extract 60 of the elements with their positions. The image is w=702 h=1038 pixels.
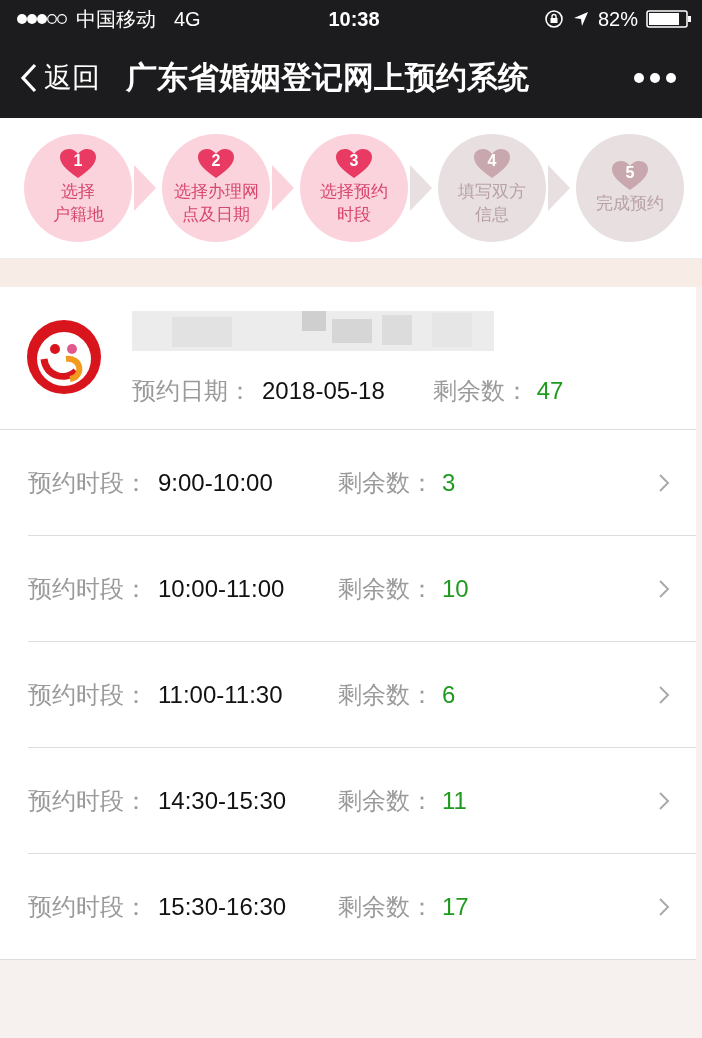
date-value: 2018-05-18	[262, 377, 385, 405]
slot-time: 10:00-11:00	[158, 574, 286, 603]
clock-time: 10:38	[328, 7, 380, 31]
chevron-right-icon	[658, 684, 670, 705]
slot-time: 14:30-15:30	[158, 786, 288, 815]
chevron-right-icon	[658, 472, 670, 493]
remaining-count: 17	[442, 892, 469, 921]
carrier-name: 中国移动	[76, 6, 156, 32]
time-slot-row[interactable]: 预约时段： 15:30-16:30 剩余数： 17	[28, 854, 696, 959]
slot-time: 11:00-11:30	[158, 680, 284, 709]
step-label: 填写双方 信息	[458, 181, 526, 226]
logo-icon	[26, 319, 102, 395]
slot-time: 9:00-10:00	[158, 468, 274, 497]
slot-label: 预约时段：	[28, 573, 148, 604]
signal-icon	[16, 13, 68, 25]
back-chevron-icon	[20, 62, 38, 94]
step-arrow-icon	[410, 165, 432, 211]
slot-label: 预约时段：	[28, 891, 148, 922]
chevron-right-icon	[658, 896, 670, 917]
page-title: 广东省婚姻登记网上预约系统	[126, 59, 530, 97]
chevron-right-icon	[658, 790, 670, 811]
step-label: 选择办理网 点及日期	[173, 181, 259, 226]
slot-label: 预约时段：	[28, 679, 148, 710]
remaining-label: 剩余数：	[432, 376, 529, 406]
remaining-label: 剩余数：	[338, 679, 434, 710]
remaining-label: 剩余数：	[338, 467, 434, 498]
remaining-label: 剩余数：	[338, 573, 434, 604]
battery-icon	[646, 10, 692, 28]
heart-number-icon: 5	[611, 160, 649, 191]
step-arrow-icon	[548, 165, 570, 211]
heart-number-icon: 4	[473, 149, 511, 180]
step-label: 选择 户籍地	[52, 181, 104, 226]
remaining-count: 10	[442, 574, 469, 603]
remaining-label: 剩余数：	[338, 891, 434, 922]
time-slot-row[interactable]: 预约时段： 10:00-11:00 剩余数： 10	[28, 536, 696, 642]
battery-percent: 82%	[597, 7, 638, 31]
remaining-label: 剩余数：	[338, 785, 434, 816]
time-slot-row[interactable]: 预约时段： 14:30-15:30 剩余数： 11	[28, 748, 696, 854]
slot-label: 预约时段：	[28, 785, 148, 816]
step-label: 完成预约	[596, 192, 664, 215]
heart-number-icon: 2	[197, 149, 235, 180]
slot-time: 15:30-16:30	[158, 892, 288, 921]
network-type: 4G	[174, 7, 201, 31]
heart-number-icon: 1	[59, 149, 97, 180]
step-arrow-icon	[272, 165, 294, 211]
date-label: 预约日期：	[132, 376, 252, 406]
more-icon[interactable]	[634, 73, 676, 83]
remaining-count: 11	[442, 786, 467, 815]
chevron-right-icon	[658, 578, 670, 599]
rotation-lock-icon	[543, 9, 564, 29]
time-slot-row[interactable]: 预约时段： 9:00-10:00 剩余数： 3	[28, 430, 696, 536]
time-slot-row[interactable]: 预约时段： 11:00-11:30 剩余数： 6	[28, 642, 696, 748]
heart-number-icon: 3	[335, 149, 373, 180]
back-button[interactable]: 返回	[20, 59, 100, 97]
remaining-count: 3	[442, 468, 456, 497]
slot-label: 预约时段：	[28, 467, 148, 498]
remaining-count: 6	[442, 680, 456, 709]
step-label: 选择预约 时段	[320, 181, 388, 226]
step-arrow-icon	[134, 165, 156, 211]
remaining-count: 47	[536, 377, 564, 405]
